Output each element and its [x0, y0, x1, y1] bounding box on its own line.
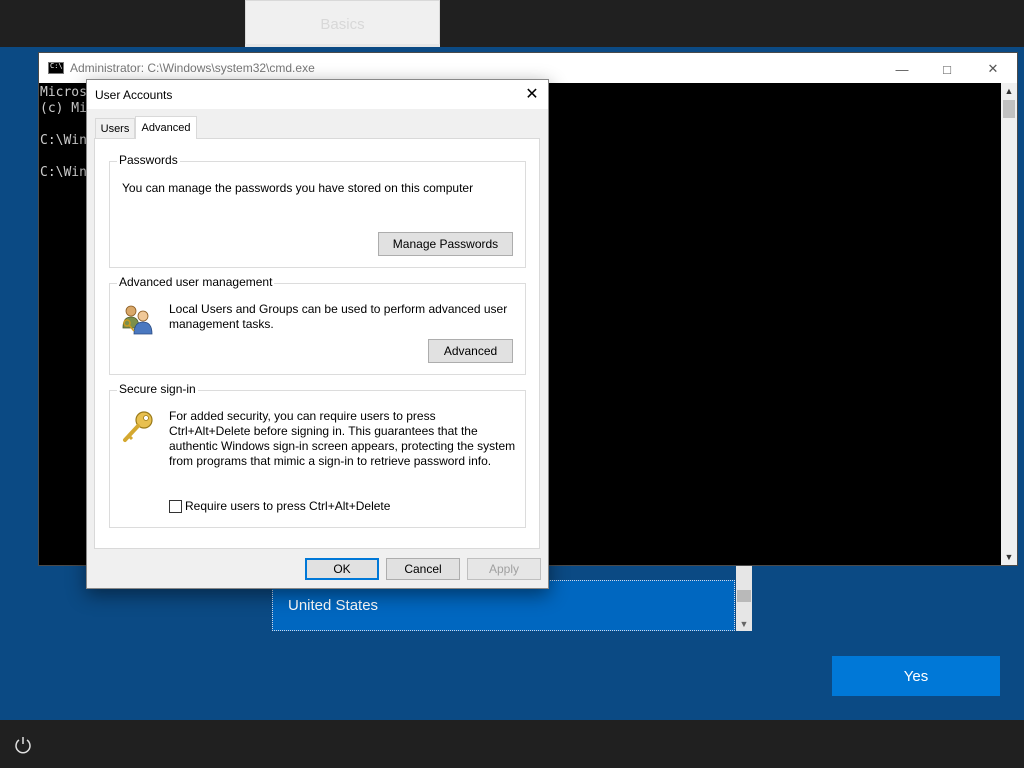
region-scroll-down-icon[interactable]: ▼ [736, 617, 752, 631]
advanced-button[interactable]: Advanced [428, 339, 513, 363]
passwords-description: You can manage the passwords you have st… [122, 181, 474, 195]
yes-button[interactable]: Yes [832, 656, 1000, 696]
minimize-icon[interactable]: — [879, 57, 925, 81]
dialog-titlebar[interactable]: User Accounts ✕ [87, 80, 548, 109]
region-scroll-thumb[interactable] [737, 590, 751, 602]
secure-sign-in-group: Secure sign-in For added security, you c… [109, 382, 526, 528]
region-scrollbar[interactable]: ▼ [736, 562, 752, 631]
advanced-legend: Advanced user management [117, 275, 275, 289]
advanced-user-management-group: Advanced user management Local Users and… [109, 275, 526, 375]
maximize-icon[interactable]: □ [924, 57, 970, 81]
cmd-app-icon [48, 62, 64, 74]
cmd-scroll-thumb[interactable] [1003, 100, 1015, 118]
power-icon[interactable] [12, 734, 34, 756]
secure-description: For added security, you can require user… [169, 409, 516, 468]
close-icon[interactable]: ✕ [970, 57, 1016, 81]
passwords-legend: Passwords [117, 153, 180, 167]
cmd-title: Administrator: C:\Windows\system32\cmd.e… [70, 61, 315, 75]
oobe-footer [0, 720, 1024, 768]
scroll-down-icon[interactable]: ▼ [1001, 549, 1017, 565]
tab-basics[interactable]: Basics [245, 0, 440, 47]
dialog-title: User Accounts [95, 88, 173, 102]
manage-passwords-button[interactable]: Manage Passwords [378, 232, 513, 256]
advanced-description: Local Users and Groups can be used to pe… [169, 302, 508, 331]
passwords-group: Passwords You can manage the passwords y… [109, 153, 526, 268]
tab-advanced[interactable]: Advanced [135, 116, 197, 139]
ok-button[interactable]: OK [305, 558, 379, 580]
advanced-tab-panel: Passwords You can manage the passwords y… [94, 138, 540, 549]
cmd-scrollbar[interactable]: ▲ ▼ [1001, 83, 1017, 565]
oobe-header: Basics [0, 0, 1024, 47]
users-keys-icon [120, 302, 156, 338]
key-icon [120, 409, 156, 445]
scroll-up-icon[interactable]: ▲ [1001, 83, 1017, 99]
dialog-close-icon[interactable]: ✕ [522, 84, 542, 104]
apply-button[interactable]: Apply [467, 558, 541, 580]
secure-legend: Secure sign-in [117, 382, 198, 396]
require-cad-label[interactable]: Require users to press Ctrl+Alt+Delete [185, 499, 390, 514]
user-accounts-dialog[interactable]: User Accounts ✕ Users Advanced Passwords… [86, 79, 549, 589]
require-cad-checkbox[interactable] [169, 500, 182, 513]
cancel-button[interactable]: Cancel [386, 558, 460, 580]
tab-users[interactable]: Users [95, 118, 135, 138]
